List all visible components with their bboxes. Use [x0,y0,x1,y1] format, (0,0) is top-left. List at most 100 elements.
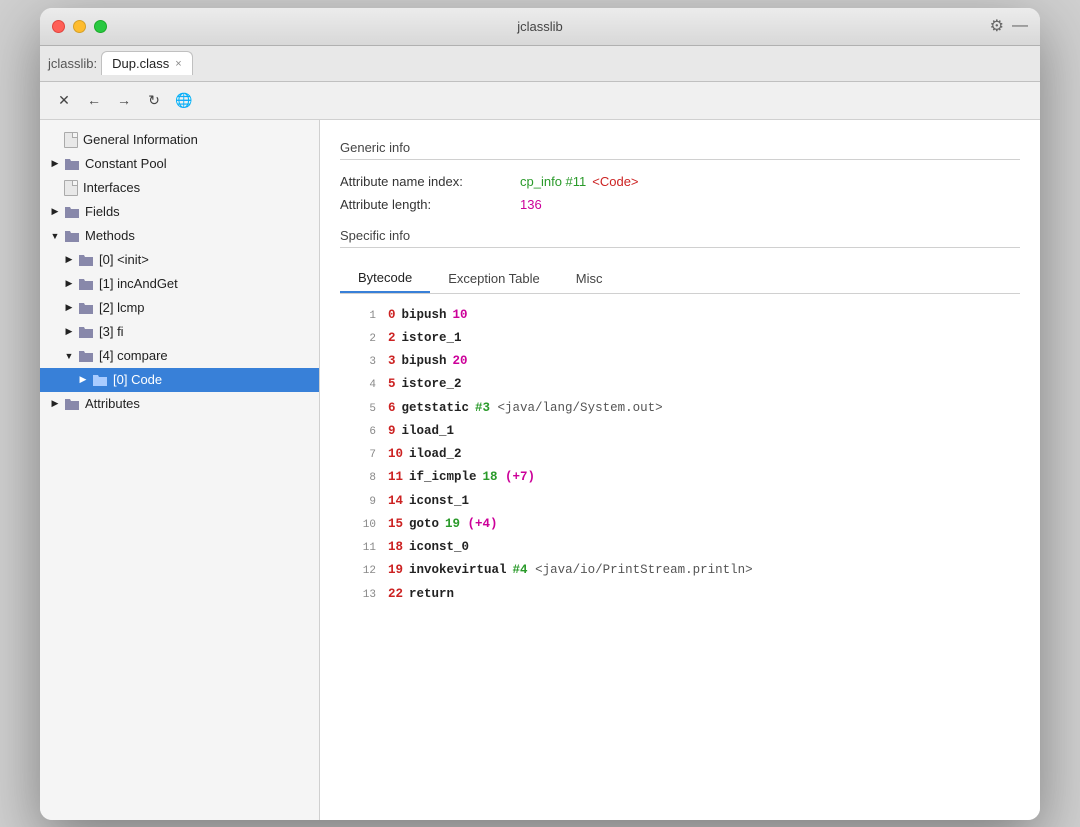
close-button[interactable] [52,20,65,33]
arrow-right-icon: ▶ [62,277,76,291]
code-tabs-row: Bytecode Exception Table Misc [340,264,1020,294]
sidebar-label: [0] <init> [99,252,149,267]
op-name: iload_2 [409,444,462,465]
tab-misc[interactable]: Misc [558,264,621,293]
folder-icon-selected [92,372,108,388]
arrow-right-icon: ▶ [48,157,62,171]
dup-class-tab[interactable]: Dup.class × [101,51,193,75]
op-name: invokevirtual [409,560,507,581]
op-arg: #4 [513,560,528,581]
sidebar-label: Attributes [85,396,140,411]
sidebar-item-method-fi[interactable]: ▶ [3] fi [40,320,319,344]
op-name: if_icmple [409,467,477,488]
attr-length-value: 136 [520,197,542,212]
op-offset: 3 [388,351,396,372]
folder-icon [64,204,80,220]
op-offset: 14 [388,491,403,512]
code-line-12: 12 19 invokevirtual #4 <java/io/PrintStr… [340,559,1020,582]
sidebar-item-method-code[interactable]: ▶ [0] Code [40,368,319,392]
sidebar-label: [0] Code [113,372,162,387]
code-line-9: 9 14 iconst_1 [340,490,1020,513]
tab-prefix: jclasslib: [48,56,97,71]
line-num: 13 [348,586,376,605]
tab-bytecode[interactable]: Bytecode [340,264,430,293]
maximize-button[interactable] [94,20,107,33]
code-area: 1 0 bipush 10 2 2 istore_1 3 3 bipush 20 [340,294,1020,616]
code-line-13: 13 22 return [340,583,1020,606]
sidebar-item-method-init[interactable]: ▶ [0] <init> [40,248,319,272]
line-num: 6 [348,423,376,442]
folder-icon [64,228,80,244]
arrow-right-icon: ▶ [62,301,76,315]
op-offset: 18 [388,537,403,558]
arrow-right-icon: ▶ [62,253,76,267]
folder-icon [78,348,94,364]
line-num: 12 [348,562,376,581]
tab-close-button[interactable]: × [175,58,181,70]
specific-info-label: Specific info [340,228,1020,243]
app-window: jclasslib ⚙ — jclasslib: Dup.class × ✕ ←… [40,8,1040,820]
line-num: 1 [348,307,376,326]
op-offset: 15 [388,514,403,535]
attr-name-code-value: <Code> [592,174,638,189]
minimize-button[interactable] [73,20,86,33]
sidebar-item-method-incandget[interactable]: ▶ [1] incAndGet [40,272,319,296]
sidebar-item-constant-pool[interactable]: ▶ Constant Pool [40,152,319,176]
op-name: bipush [402,305,447,326]
forward-button[interactable]: → [112,88,136,112]
no-arrow [48,181,62,195]
back-button[interactable]: ← [82,88,106,112]
attr-length-row: Attribute length: 136 [340,197,1020,212]
op-name: iconst_1 [409,491,469,512]
line-num: 3 [348,353,376,372]
sidebar-item-method-compare[interactable]: ▼ [4] compare [40,344,319,368]
minus-icon[interactable]: — [1012,17,1028,35]
op-offset: 22 [388,584,403,605]
page-icon [64,132,78,148]
line-num: 8 [348,469,376,488]
sidebar-item-general-info[interactable]: General Information [40,128,319,152]
sidebar-item-interfaces[interactable]: Interfaces [40,176,319,200]
attr-name-row: Attribute name index: cp_info #11 <Code> [340,174,1020,189]
sidebar-item-methods[interactable]: ▼ Methods [40,224,319,248]
gear-icon[interactable]: ⚙ [990,16,1004,36]
op-offset: 2 [388,328,396,349]
code-line-8: 8 11 if_icmple 18 (+7) [340,466,1020,489]
window-controls [52,20,107,33]
op-arg: 20 [453,351,468,372]
op-extra: (+7) [498,467,536,488]
tab-exception-table[interactable]: Exception Table [430,264,558,293]
generic-info-divider [340,159,1020,160]
op-offset: 5 [388,374,396,395]
op-name: iconst_0 [409,537,469,558]
code-line-4: 4 5 istore_2 [340,373,1020,396]
op-arg: 19 [445,514,460,535]
attr-name-cp-value: cp_info #11 [520,174,586,189]
arrow-right-icon: ▶ [76,373,90,387]
home-button[interactable]: 🌐 [172,88,196,112]
code-line-5: 5 6 getstatic #3 <java/lang/System.out> [340,397,1020,420]
titlebar-right: ⚙ — [990,16,1028,36]
op-extra: (+4) [460,514,498,535]
code-line-3: 3 3 bipush 20 [340,350,1020,373]
sidebar-item-fields[interactable]: ▶ Fields [40,200,319,224]
folder-icon [78,300,94,316]
tabbar: jclasslib: Dup.class × [40,46,1040,82]
refresh-button[interactable]: ↻ [142,88,166,112]
titlebar: jclasslib ⚙ — [40,8,1040,46]
sidebar-item-method-lcmp[interactable]: ▶ [2] lcmp [40,296,319,320]
op-arg: 10 [453,305,468,326]
line-num: 9 [348,493,376,512]
folder-icon [78,252,94,268]
arrow-right-icon: ▶ [62,325,76,339]
sidebar-label: [4] compare [99,348,168,363]
sidebar-label: [2] lcmp [99,300,145,315]
window-title: jclasslib [517,19,563,34]
line-num: 10 [348,516,376,535]
folder-icon [78,324,94,340]
op-name: return [409,584,454,605]
op-name: getstatic [402,398,470,419]
close-nav-button[interactable]: ✕ [52,88,76,112]
sidebar-item-attributes[interactable]: ▶ Attributes [40,392,319,416]
attr-length-label: Attribute length: [340,197,520,212]
